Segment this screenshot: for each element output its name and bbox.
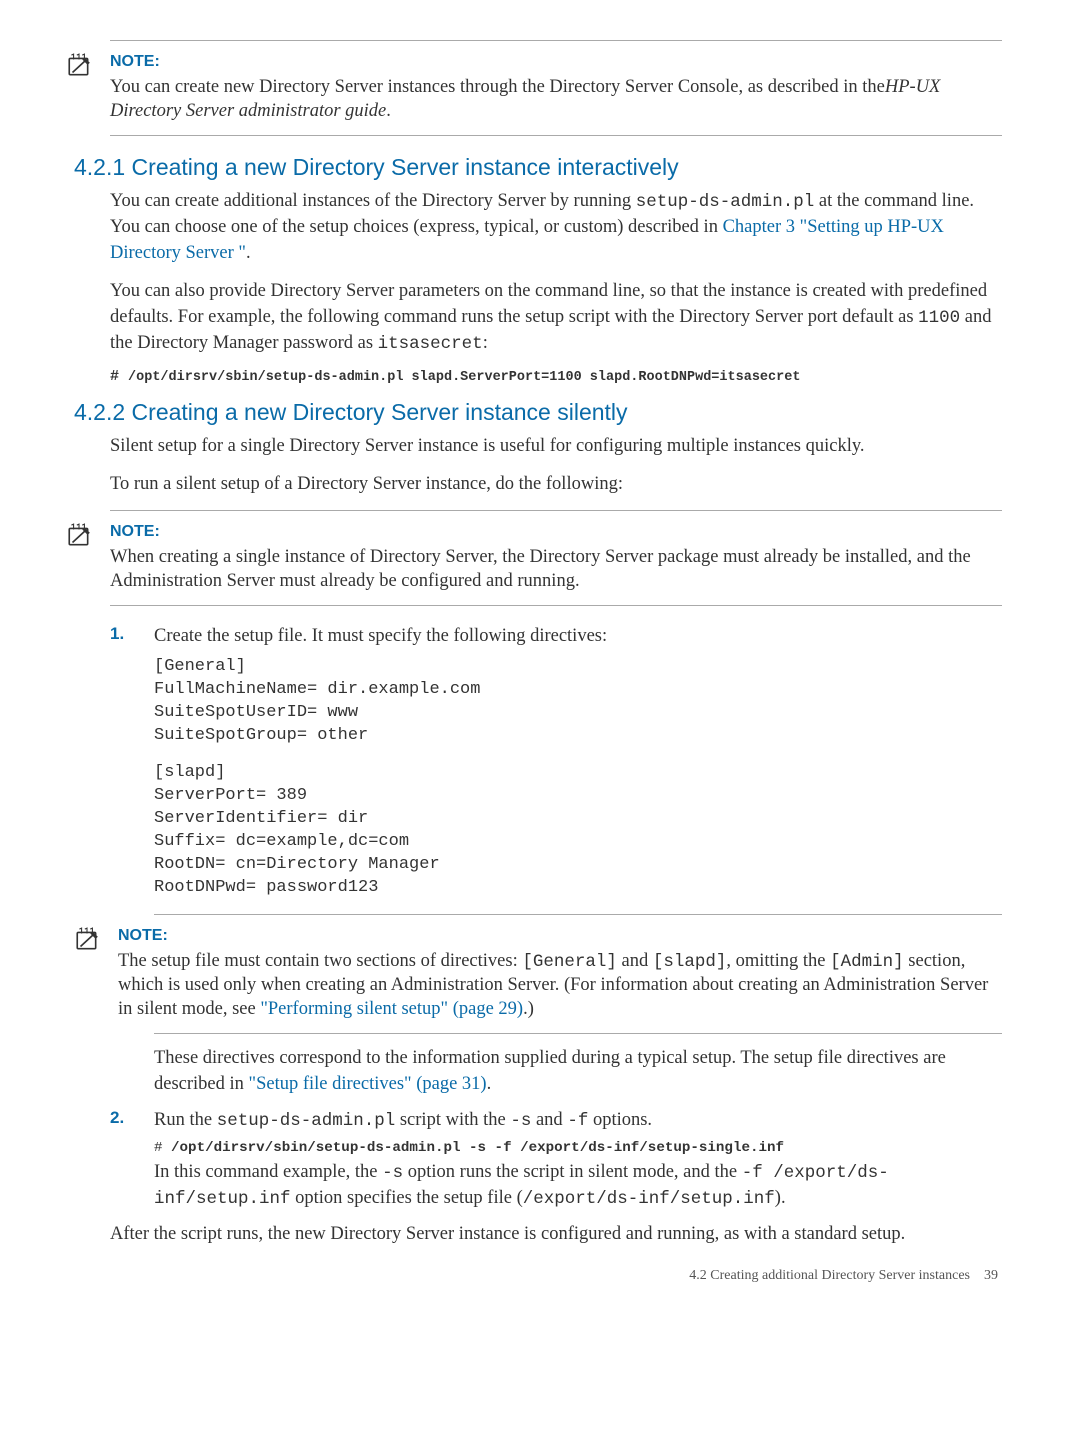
section1-command: # /opt/dirsrv/sbin/setup-ds-admin.pl sla… xyxy=(110,368,1002,385)
s2p2-mono3: /export/ds-inf/setup.inf xyxy=(523,1189,775,1209)
note-body: The setup file must contain two sections… xyxy=(118,949,1002,1022)
note-icon xyxy=(74,927,100,953)
note-body: You can create new Directory Server inst… xyxy=(110,75,1002,123)
n3-mono2: [slapd] xyxy=(653,952,727,972)
s1p1-before: You can create additional instances of t… xyxy=(110,191,636,211)
note-title: NOTE: xyxy=(110,53,1002,71)
s2p2-mid2: option specifies the setup file ( xyxy=(291,1188,523,1208)
step1-snippet2: [slapd] ServerPort= 389 ServerIdentifier… xyxy=(154,762,1002,900)
section1-p1: You can create additional instances of t… xyxy=(110,189,1002,267)
page-footer: 4.2 Creating additional Directory Server… xyxy=(110,1268,1002,1284)
s2p2-before: In this command example, the xyxy=(154,1162,382,1182)
step2-body: Run the setup-ds-admin.pl script with th… xyxy=(154,1108,1002,1134)
n3-mid1: and xyxy=(617,951,653,971)
step1-text: Create the setup file. It must specify t… xyxy=(154,626,607,646)
step2-p2: In this command example, the -s option r… xyxy=(154,1160,1002,1212)
note-block-3: NOTE: The setup file must contain two se… xyxy=(154,914,1002,1035)
section2-p2: To run a silent setup of a Directory Ser… xyxy=(110,472,1002,498)
note-icon-column xyxy=(66,53,104,123)
step1-body: Create the setup file. It must specify t… xyxy=(154,624,1002,650)
n3-mono1: [General] xyxy=(522,952,617,972)
footer-section: 4.2 Creating additional Directory Server… xyxy=(689,1268,970,1283)
footer-page-number: 39 xyxy=(984,1268,998,1283)
s2-mid2: and xyxy=(531,1110,567,1130)
heading-4-2-2: 4.2.2 Creating a new Directory Server in… xyxy=(74,399,1002,426)
note-title: NOTE: xyxy=(110,523,1002,541)
step-1: 1. Create the setup file. It must specif… xyxy=(110,624,1002,1098)
step1-p2: These directives correspond to the infor… xyxy=(154,1046,1002,1098)
s1p2-mono1: 1100 xyxy=(918,308,960,328)
s2-mono3: -f xyxy=(567,1111,588,1131)
s1p2-mono2: itsasecret xyxy=(378,334,483,354)
steps-list: 1. Create the setup file. It must specif… xyxy=(110,624,1002,1212)
s1p1-end: . xyxy=(246,243,251,263)
s2-mono2: -s xyxy=(510,1111,531,1131)
note-title: NOTE: xyxy=(118,927,1002,945)
page: NOTE: You can create new Directory Serve… xyxy=(0,0,1080,1314)
note-icon xyxy=(66,523,92,549)
s2p2-mid1: option runs the script in silent mode, a… xyxy=(403,1162,742,1182)
note-content: NOTE: When creating a single instance of… xyxy=(110,523,1002,593)
s2-hash: # xyxy=(154,1140,171,1156)
s1p2-before: You can also provide Directory Server pa… xyxy=(110,281,987,327)
note1-text-after: . xyxy=(386,101,391,121)
s1p2-link[interactable]: "Setup file directives" (page 31) xyxy=(249,1074,487,1094)
s1p1-mono: setup-ds-admin.pl xyxy=(636,192,815,212)
note-block-1: NOTE: You can create new Directory Serve… xyxy=(110,40,1002,136)
s2-before: Run the xyxy=(154,1110,217,1130)
s2-mono1: setup-ds-admin.pl xyxy=(217,1111,396,1131)
section1-p2: You can also provide Directory Server pa… xyxy=(110,279,1002,357)
note-content: NOTE: You can create new Directory Serve… xyxy=(110,53,1002,123)
note-icon xyxy=(66,53,92,79)
note-content: NOTE: The setup file must contain two se… xyxy=(118,927,1002,1022)
n3-body1: The setup file must contain two sections… xyxy=(118,951,522,971)
s2-mid1: script with the xyxy=(395,1110,510,1130)
note-icon-column xyxy=(74,927,112,1022)
note-icon-column xyxy=(66,523,104,593)
n3-after2: , omitting the xyxy=(726,951,830,971)
n3-mono3: [Admin] xyxy=(830,952,904,972)
section2-p1: Silent setup for a single Directory Serv… xyxy=(110,434,1002,460)
n3-link[interactable]: "Performing silent setup" (page 29) xyxy=(260,999,523,1019)
s2-after: options. xyxy=(588,1110,652,1130)
s2p2-end: ). xyxy=(775,1188,786,1208)
heading-4-2-1: 4.2.1 Creating a new Directory Server in… xyxy=(74,154,1002,181)
note-body: When creating a single instance of Direc… xyxy=(110,545,1002,593)
s2p2-mono1: -s xyxy=(382,1163,403,1183)
s1-cmd-text: /opt/dirsrv/sbin/setup-ds-admin.pl slapd… xyxy=(128,370,800,385)
s1p2-end: : xyxy=(483,333,488,353)
closing-paragraph: After the script runs, the new Directory… xyxy=(110,1222,1002,1248)
note1-text-before: You can create new Directory Server inst… xyxy=(110,77,885,97)
s2-cmd-text: /opt/dirsrv/sbin/setup-ds-admin.pl -s -f… xyxy=(171,1140,784,1156)
step-2: 2. Run the setup-ds-admin.pl script with… xyxy=(110,1108,1002,1212)
step2-number: 2. xyxy=(110,1108,124,1128)
note-block-2: NOTE: When creating a single instance of… xyxy=(110,510,1002,606)
s1p2-after: . xyxy=(487,1074,492,1094)
step1-number: 1. xyxy=(110,624,124,644)
n3-end: .) xyxy=(523,999,534,1019)
step2-command: # /opt/dirsrv/sbin/setup-ds-admin.pl -s … xyxy=(154,1140,1002,1156)
s1-hash: # xyxy=(110,368,128,385)
step1-snippet1: [General] FullMachineName= dir.example.c… xyxy=(154,656,1002,748)
